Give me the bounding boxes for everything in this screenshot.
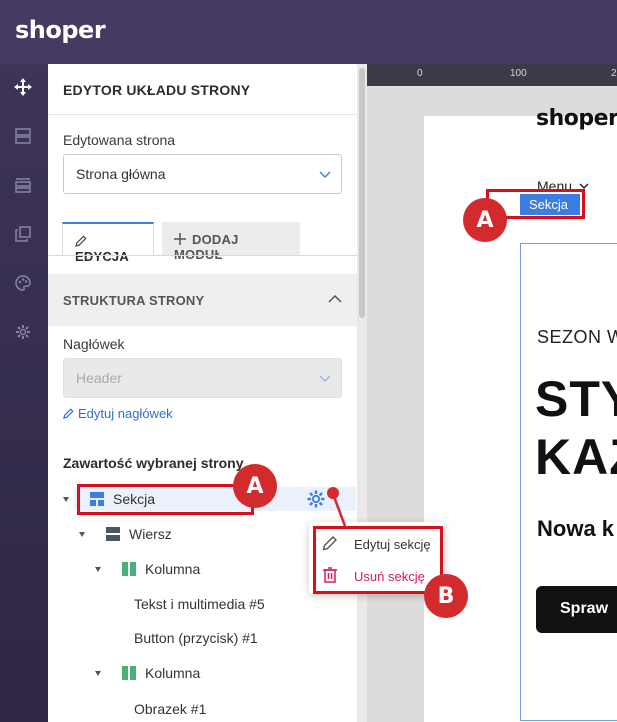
header-select: Header (63, 358, 342, 398)
tab-dodaj-modul[interactable]: DODAJ MODUŁ (162, 222, 300, 262)
page-content-title: Zawartość wybranej strony (63, 455, 244, 471)
hero-button[interactable]: Spraw (536, 586, 617, 633)
annotation-dot (327, 487, 339, 499)
layout-icon[interactable] (12, 125, 34, 147)
top-bar: shoper (0, 0, 617, 64)
annotation-marker-a: A (233, 464, 277, 508)
tree-item-label: Obrazek #1 (134, 701, 207, 717)
chevron-up-icon[interactable] (328, 294, 342, 304)
tree-item-module[interactable]: Obrazek #1 (48, 701, 357, 719)
sections-icon[interactable] (12, 174, 34, 196)
pages-icon[interactable] (12, 223, 34, 245)
app-logo: shoper (15, 16, 106, 44)
tree-item-label: Wiersz (129, 526, 172, 542)
header-select-value: Header (76, 370, 122, 386)
tab-edycja[interactable]: EDYCJA (62, 222, 154, 264)
tab-label: EDYCJA (75, 249, 129, 264)
caret-down-icon[interactable] (63, 497, 69, 502)
divider (48, 114, 357, 115)
caret-down-icon[interactable] (95, 671, 101, 676)
gear-icon[interactable] (306, 489, 326, 509)
horizontal-ruler: 0 100 2 (367, 64, 617, 86)
tree-item-label: Kolumna (145, 561, 201, 577)
layout-editor-panel: EDYTOR UKŁADU STRONY Edytowana strona St… (48, 64, 357, 722)
ruler-label: 100 (510, 68, 527, 79)
annotation-box-context-menu (313, 526, 443, 594)
ruler-label: 0 (417, 68, 423, 79)
annotation-marker-b: B (424, 574, 468, 618)
edit-header-link[interactable]: Edytuj nagłówek (63, 406, 173, 421)
edited-page-select[interactable]: Strona główna (63, 154, 342, 194)
tree-item-label: Button (przycisk) #1 (134, 630, 258, 646)
edited-page-value: Strona główna (76, 166, 166, 182)
chevron-down-icon (319, 171, 331, 178)
settings-icon[interactable] (12, 321, 34, 343)
hero-heading-line1: STY (535, 371, 617, 427)
tabs-divider (48, 255, 357, 256)
row-icon (106, 527, 120, 541)
caret-down-icon[interactable] (95, 567, 101, 572)
plus-icon (174, 233, 186, 245)
move-icon[interactable] (12, 76, 34, 98)
annotation-box-tree-section (77, 484, 254, 515)
hero-heading-line2: KAZ (535, 429, 617, 485)
structure-section-header[interactable]: STRUKTURA STRONY (48, 274, 357, 326)
tree-item-module[interactable]: Tekst i multimedia #5 (48, 596, 357, 614)
header-label: Nagłówek (63, 336, 125, 352)
pencil-icon (63, 408, 74, 419)
column-icon (122, 666, 136, 680)
tree-item-column[interactable]: Kolumna (48, 665, 357, 683)
pencil-icon (75, 235, 87, 247)
chevron-down-icon (319, 375, 331, 382)
tree-item-label: Tekst i multimedia #5 (134, 596, 265, 612)
column-icon (122, 562, 136, 576)
hero-description: Nowa k (537, 516, 615, 541)
tree-item-label: Kolumna (145, 665, 201, 681)
edit-header-label: Edytuj nagłówek (78, 406, 173, 421)
structure-section-title: STRUKTURA STRONY (63, 293, 205, 308)
tree-item-module[interactable]: Button (przycisk) #1 (48, 630, 357, 648)
panel-scrollbar[interactable] (357, 64, 367, 722)
ruler-label: 2 (611, 68, 617, 79)
store-logo: shoper (536, 106, 617, 131)
icon-rail (0, 64, 48, 722)
annotation-marker-a: A (463, 198, 507, 242)
palette-icon[interactable] (12, 272, 34, 294)
panel-title: EDYTOR UKŁADU STRONY (63, 82, 251, 98)
caret-down-icon[interactable] (79, 532, 85, 537)
edited-page-label: Edytowana strona (63, 132, 176, 148)
hero-subtitle: SEZON W (537, 327, 617, 347)
scrollbar-thumb[interactable] (359, 68, 365, 318)
